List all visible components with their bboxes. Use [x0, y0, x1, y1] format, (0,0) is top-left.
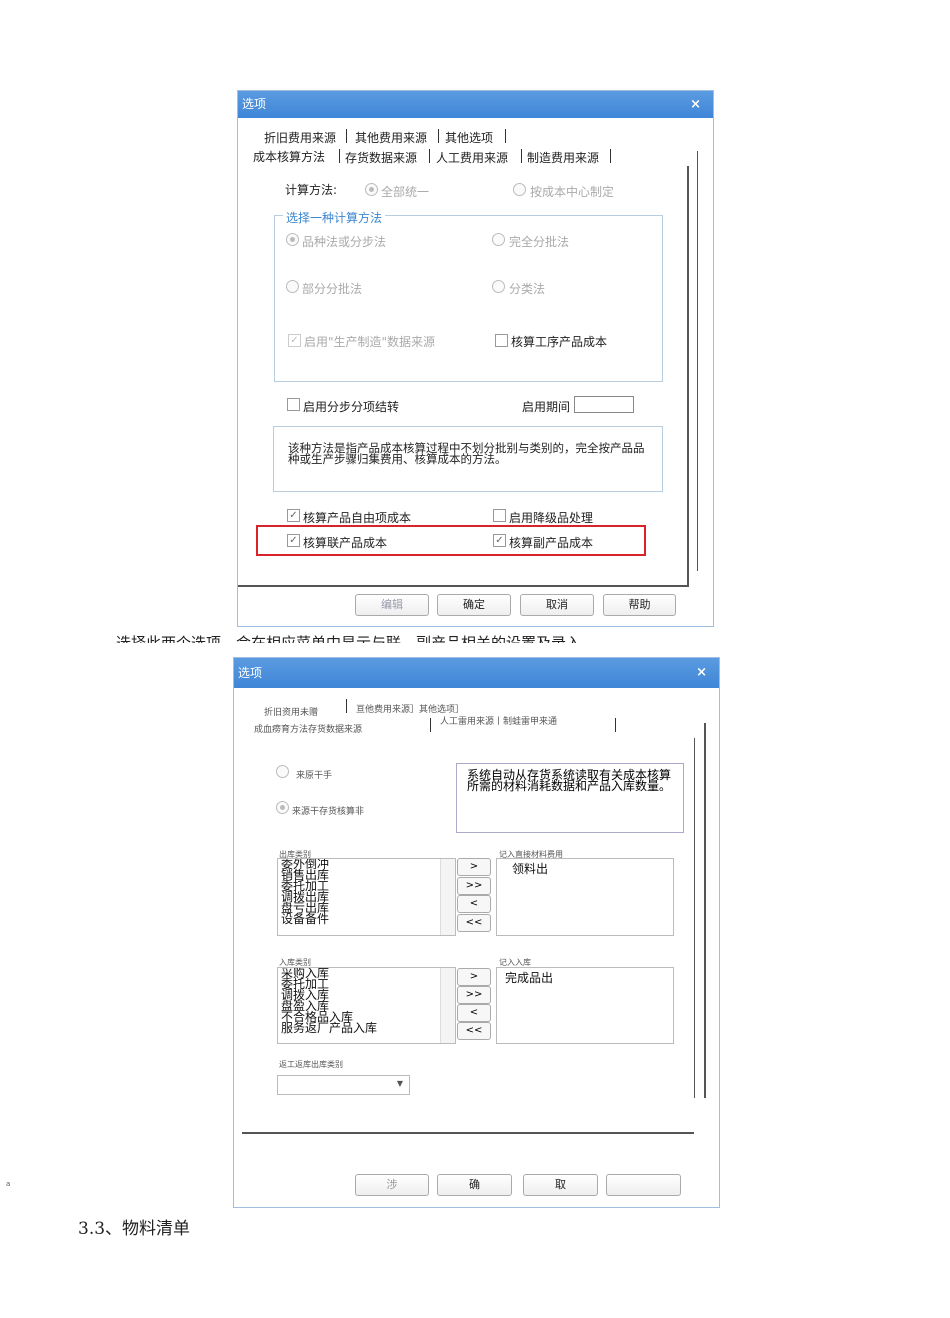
options-dialog-inventory-source: 选项 × 折旧资用未赠 亘他费用来源］其他选项］ 成血痨育方法存货数据来源 人工… [233, 657, 720, 1208]
radio-label: 部分分批法 [302, 282, 363, 296]
checkbox-free-item-cost[interactable]: ✓ [287, 509, 300, 522]
radio-label: 完全分批法 [509, 235, 570, 249]
tab-other-expense[interactable]: 其他费用来源 [355, 129, 427, 146]
cancel-button[interactable]: 取 [523, 1174, 598, 1196]
radio-full-batch[interactable] [492, 233, 505, 246]
footer-mark: a [6, 1180, 11, 1188]
in-selected-list[interactable]: 完成品出 [496, 967, 674, 1044]
source-description: 系统自动从存货系统读取有关成本核算所需的材料消耗数据和产品入库数量。 [467, 768, 672, 793]
groupbox-title: 选择一种计算方法 [283, 209, 386, 226]
edit-button[interactable]: 编辑 [355, 594, 429, 616]
remove-all-button[interactable]: << [457, 1022, 491, 1040]
radio-by-cost-center[interactable] [513, 183, 526, 196]
tab-cost-method[interactable]: 成本核算方法 [253, 148, 325, 165]
out-category-list[interactable]: 委外倒冲 销售出库 委托加工 调拨出库 盘亏出库 设备备件 [277, 858, 456, 936]
cancel-button[interactable]: 取消 [520, 594, 594, 616]
ok-button[interactable]: 确 [437, 1174, 512, 1196]
dialog-title: 选项 [238, 666, 263, 680]
out-selected-list[interactable]: 领料出 [496, 858, 674, 936]
close-icon[interactable]: × [696, 658, 707, 688]
add-button[interactable]: > [457, 858, 491, 876]
checkbox-step-transfer[interactable] [287, 398, 300, 411]
radio-label: 全部统一 [381, 185, 430, 199]
dialog-titlebar: 选项 × [234, 658, 719, 688]
dialog-titlebar: 选项 × [238, 91, 713, 118]
document-page: 选项 × 折旧费用来源 其他费用来源 其他选项 成本核算方法 存货数据来源 人工… [0, 0, 950, 1318]
checkbox-mfg-source[interactable]: ✓ [288, 334, 301, 347]
tab-labor-source[interactable]: 人工费用来源 [436, 149, 508, 166]
radio-label: 按成本中心制定 [530, 185, 615, 199]
enable-period-label: 启用期间 [522, 400, 571, 414]
checkbox-process-cost[interactable] [495, 334, 508, 347]
checkbox-label: 启用分步分项结转 [303, 400, 400, 414]
radio-partial-batch[interactable] [286, 280, 299, 293]
scrollbar[interactable] [440, 968, 455, 1043]
chevron-down-icon: ▼ [396, 1079, 403, 1088]
add-button[interactable]: > [457, 968, 491, 986]
method-description-box: 该种方法是指产品成本核算过程中不划分批别与类别的，完全按产品品种或生产步骤归集费… [273, 426, 663, 492]
list-item[interactable]: 领料出 [497, 859, 673, 880]
close-icon[interactable]: × [690, 91, 701, 118]
rework-category-label: 返工返库出库类别 [279, 1060, 343, 1069]
dialog-title: 选项 [242, 97, 267, 111]
ok-button[interactable]: 确定 [437, 594, 511, 616]
calc-method-label: 计算方法: [285, 183, 338, 197]
tab-other-options[interactable]: 其他选项 [445, 129, 493, 146]
tab-mfg-source[interactable]: 制造费用来源 [527, 149, 599, 166]
list-item[interactable]: 完成品出 [497, 968, 673, 989]
radio-label: 来源干存货核算非 [292, 807, 365, 817]
radio-classification[interactable] [492, 280, 505, 293]
list-item[interactable]: 设备备件 [278, 913, 455, 925]
checkbox-label: 核算副产品成本 [509, 536, 594, 550]
radio-label: 分类法 [509, 282, 546, 296]
help-button[interactable] [606, 1174, 681, 1196]
remove-button[interactable]: < [457, 895, 491, 913]
options-dialog-cost-method: 选项 × 折旧费用来源 其他费用来源 其他选项 成本核算方法 存货数据来源 人工… [237, 90, 714, 627]
source-description-box: 系统自动从存货系统读取有关成本核算所需的材料消耗数据和产品入库数量。 [456, 763, 684, 833]
remove-all-button[interactable]: << [457, 914, 491, 932]
scrollbar[interactable] [440, 859, 455, 935]
method-description: 该种方法是指产品成本核算过程中不划分批别与类别的，完全按产品品种或生产步骤归集费… [288, 441, 645, 466]
checkbox-by-product[interactable]: ✓ [493, 534, 506, 547]
in-category-list[interactable]: 采购入库 委托加工 调拨入库 盘盈入库 不合格品入库 服务返厂产品入库 [277, 967, 456, 1044]
checkbox-downgrade[interactable] [493, 509, 506, 522]
tab-labor-mfg[interactable]: 人工雷用来源丨制蛙雷甲来通 [440, 714, 557, 727]
radio-variety-step[interactable] [286, 233, 299, 246]
checkbox-label: 核算联产品成本 [303, 536, 388, 550]
tab-cost-method-inventory[interactable]: 成血痨育方法存货数据来源 [254, 722, 362, 735]
tab-inventory-source[interactable]: 存货数据来源 [345, 149, 417, 166]
edit-button[interactable]: 涉 [355, 1174, 429, 1196]
radio-all-uniform[interactable] [365, 183, 378, 196]
radio-inventory[interactable] [276, 801, 289, 814]
tab-depreciation[interactable]: 折旧费用来源 [264, 129, 336, 146]
list-item[interactable]: 服务返厂产品入库 [278, 1022, 455, 1034]
checkbox-label: 启用降级品处理 [509, 511, 594, 525]
tab-depreciation[interactable]: 折旧资用未赠 [264, 705, 318, 718]
checkbox-joint-product[interactable]: ✓ [287, 534, 300, 547]
radio-label: 品种法或分步法 [302, 235, 387, 249]
add-all-button[interactable]: >> [457, 986, 491, 1004]
checkbox-label: 核算产品自由项成本 [303, 511, 412, 525]
remove-button[interactable]: < [457, 1004, 491, 1022]
rework-category-select[interactable]: ▼ [277, 1075, 410, 1095]
section-heading: 3.3、物料清单 [78, 1219, 191, 1239]
enable-period-input[interactable] [574, 396, 634, 413]
add-all-button[interactable]: >> [457, 877, 491, 895]
radio-label: 来原干手 [296, 771, 333, 781]
checkbox-label: 核算工序产品成本 [511, 335, 608, 349]
help-button[interactable]: 帮助 [603, 594, 676, 616]
radio-manual[interactable] [276, 765, 289, 778]
caption-text: 选择此两个选项，会在相应菜单中显示与联、副产品相关的设置及录入 [116, 634, 582, 643]
checkbox-label: 启用"生产制造"数据来源 [304, 335, 436, 349]
